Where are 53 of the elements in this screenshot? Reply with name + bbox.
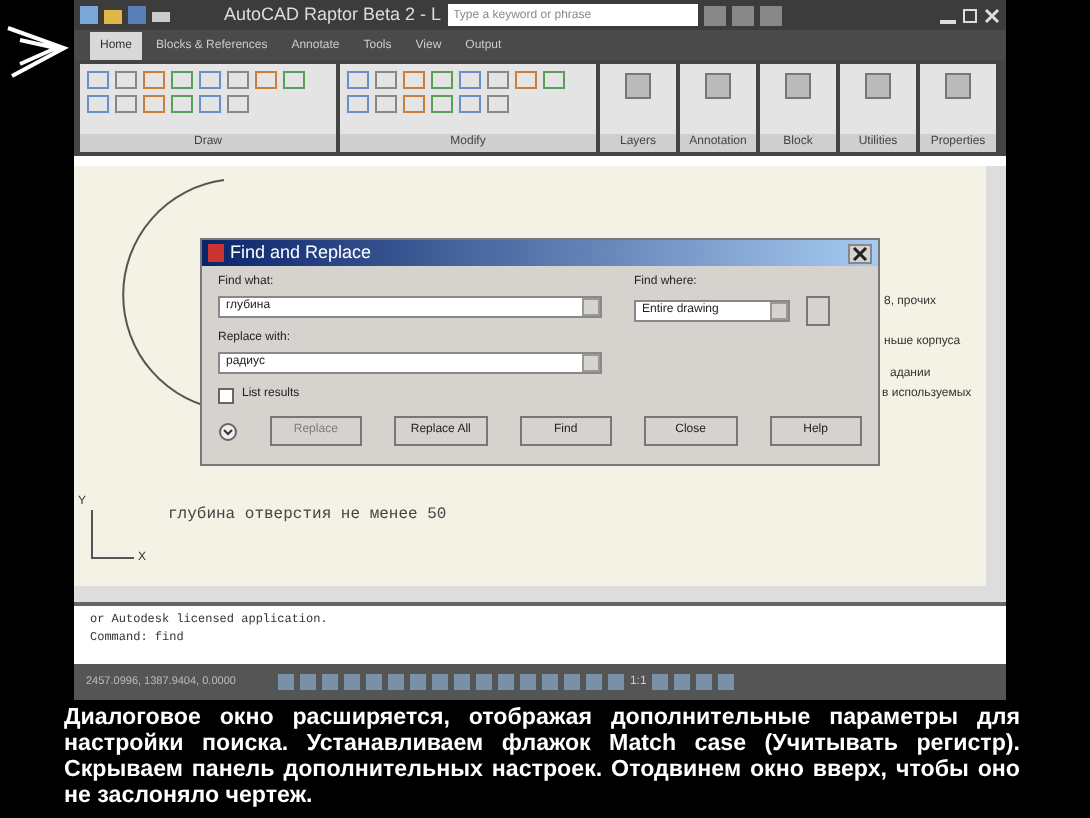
tool-icon[interactable] bbox=[254, 70, 278, 90]
tool-icon[interactable] bbox=[86, 94, 110, 114]
checkbox[interactable] bbox=[218, 387, 234, 403]
window-title: AutoCAD Raptor Beta 2 - L bbox=[224, 1, 442, 28]
tool-icon[interactable] bbox=[622, 70, 654, 102]
tool-icon[interactable] bbox=[114, 94, 138, 114]
tool-icon[interactable] bbox=[198, 70, 222, 90]
tool-icon[interactable] bbox=[198, 94, 222, 114]
tool-icon[interactable] bbox=[374, 94, 398, 114]
tool-icon[interactable] bbox=[430, 94, 454, 114]
tool-icon[interactable] bbox=[402, 70, 426, 90]
close-icon[interactable] bbox=[984, 7, 1000, 23]
tool-icon[interactable] bbox=[782, 70, 814, 102]
tool-icon[interactable] bbox=[226, 70, 250, 90]
tool-icon[interactable] bbox=[486, 94, 510, 114]
tool-icon[interactable] bbox=[374, 70, 398, 90]
tool-icon[interactable] bbox=[458, 70, 482, 90]
tool-icon[interactable] bbox=[114, 70, 138, 90]
print-icon[interactable] bbox=[152, 6, 170, 24]
tool-icon[interactable] bbox=[942, 70, 974, 102]
tool-icon[interactable] bbox=[142, 70, 166, 90]
caption: Диалоговое окно расширяется, отображая дополнительные параметры для настройки поиска. Устанавливаем флажок Match case (Учитывать регистр). Скрываем панель дополнительных настроек. Отодвинем окно вверх, чтобы оно не заслоняло чертеж. bbox=[64, 704, 1020, 808]
tool-icon[interactable] bbox=[142, 94, 166, 114]
tool-icon[interactable] bbox=[170, 94, 194, 114]
tool-icon[interactable] bbox=[282, 70, 306, 90]
tool-icon[interactable] bbox=[402, 94, 426, 114]
close-button[interactable] bbox=[848, 243, 872, 263]
folder-icon[interactable] bbox=[104, 6, 122, 24]
tool-icon[interactable] bbox=[346, 70, 370, 90]
horizontal-scrollbar[interactable] bbox=[74, 586, 986, 602]
star-button[interactable] bbox=[731, 5, 754, 25]
tool-icon[interactable] bbox=[542, 70, 566, 90]
tool-icon[interactable] bbox=[702, 70, 734, 102]
app-icon bbox=[208, 244, 224, 262]
tool-icon[interactable] bbox=[430, 70, 454, 90]
logo-icon bbox=[4, 20, 72, 80]
dialog-title: Find and Replace bbox=[230, 239, 372, 266]
tool-icon[interactable] bbox=[486, 70, 510, 90]
search-button[interactable] bbox=[703, 5, 726, 25]
tool-icon[interactable] bbox=[862, 70, 894, 102]
help-button[interactable] bbox=[759, 5, 782, 25]
tool-icon[interactable] bbox=[346, 94, 370, 114]
restore-icon[interactable] bbox=[962, 7, 978, 23]
expand-button-icon[interactable] bbox=[218, 421, 238, 441]
ucs-icon bbox=[90, 510, 134, 562]
vertical-scrollbar[interactable] bbox=[986, 166, 1006, 602]
tool-icon[interactable] bbox=[86, 70, 110, 90]
drawing-text: глубина отверстия не менее 50 bbox=[168, 504, 447, 528]
tool-icon[interactable] bbox=[458, 94, 482, 114]
tool-icon[interactable] bbox=[514, 70, 538, 90]
tool-icon[interactable] bbox=[226, 94, 250, 114]
select-objects-button[interactable] bbox=[806, 296, 830, 326]
tool-icon[interactable] bbox=[170, 70, 194, 90]
